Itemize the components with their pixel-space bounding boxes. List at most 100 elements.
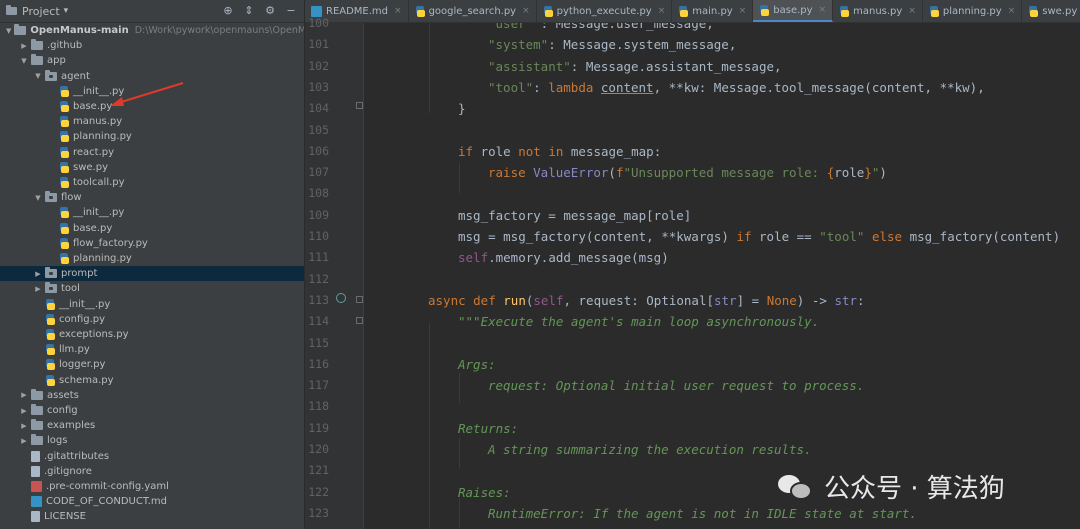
tree-item[interactable]: ▶ examples — [0, 418, 304, 433]
tree-item[interactable]: __init__.py — [0, 205, 304, 220]
code-editor[interactable]: "user"": Message.user_message, "system": … — [365, 23, 1080, 529]
code-token: message_map: — [570, 143, 662, 159]
close-icon[interactable]: × — [658, 6, 666, 16]
fold-marker-icon[interactable] — [356, 317, 363, 324]
collapsed-arrow-icon[interactable]: ▶ — [20, 391, 28, 399]
project-view-selector[interactable]: Project ▾ — [6, 5, 68, 18]
fold-marker-icon[interactable] — [356, 102, 363, 109]
tree-item[interactable]: ▶ assets — [0, 388, 304, 403]
code-token: RuntimeError: If the agent is not in IDL… — [488, 505, 917, 521]
indent-guide — [429, 23, 430, 113]
collapsed-arrow-icon[interactable]: ▶ — [20, 422, 28, 430]
tree-item[interactable]: __init__.py — [0, 297, 304, 312]
folder-icon — [14, 24, 27, 35]
tree-item[interactable]: config.py — [0, 312, 304, 327]
markdown-file-icon — [31, 496, 42, 508]
tree-item-label: .pre-commit-config.yaml — [46, 481, 169, 492]
fold-marker-icon[interactable] — [356, 296, 363, 303]
collapsed-arrow-icon[interactable]: ▶ — [20, 42, 28, 50]
hide-panel-icon[interactable]: − — [284, 3, 298, 17]
close-icon[interactable]: × — [522, 6, 530, 16]
close-icon[interactable]: × — [1008, 6, 1016, 16]
line-number: 114 — [308, 314, 329, 329]
code-token: request: Optional initial user request t… — [488, 378, 865, 394]
override-marker-icon[interactable] — [336, 293, 346, 303]
tree-item[interactable]: base.py — [0, 99, 304, 114]
editor-tab[interactable]: manus.py × — [833, 0, 923, 22]
collapse-all-icon[interactable]: ⇕ — [242, 3, 256, 17]
expanded-arrow-icon[interactable]: ▼ — [34, 72, 42, 80]
close-icon[interactable]: × — [394, 6, 402, 16]
expanded-arrow-icon[interactable]: ▼ — [34, 194, 42, 202]
tree-item[interactable]: CODE_OF_CONDUCT.md — [0, 494, 304, 509]
close-icon[interactable]: × — [819, 5, 827, 15]
editor-tab[interactable]: google_search.py × — [409, 0, 537, 22]
line-number: 117 — [308, 378, 329, 393]
tree-item-label: base.py — [73, 101, 113, 112]
project-panel-header: Project ▾ ⊕ ⇕ ⚙ − — [0, 0, 304, 23]
tree-item[interactable]: ▶ logs — [0, 433, 304, 448]
tree-item-label: exceptions.py — [59, 329, 129, 340]
tree-item[interactable]: schema.py — [0, 373, 304, 388]
editor-tab[interactable]: planning.py × — [923, 0, 1023, 22]
tree-item[interactable]: .gitignore — [0, 464, 304, 479]
editor-tab[interactable]: base.py × — [753, 0, 834, 22]
tree-item[interactable]: react.py — [0, 145, 304, 160]
python-file-icon — [59, 237, 69, 249]
package-folder-icon — [45, 69, 57, 81]
tree-item[interactable]: exceptions.py — [0, 327, 304, 342]
gear-icon[interactable]: ⚙ — [263, 3, 277, 17]
collapsed-arrow-icon[interactable]: ▶ — [34, 270, 42, 278]
python-file-icon — [45, 344, 55, 356]
tree-item-label: react.py — [73, 146, 115, 158]
code-token: ) — [879, 165, 887, 181]
code-token: ] = — [736, 292, 767, 308]
tree-item[interactable]: ▶ tool — [0, 281, 304, 296]
tree-item[interactable]: llm.py — [0, 342, 304, 357]
text-file-icon — [31, 450, 40, 462]
tree-item[interactable]: .pre-commit-config.yaml — [0, 479, 304, 494]
editor-tab[interactable]: swe.py× — [1022, 0, 1080, 22]
folder-icon — [31, 404, 43, 415]
close-icon[interactable]: × — [908, 6, 916, 16]
tree-item[interactable]: ▼ agent — [0, 69, 304, 84]
tree-item[interactable]: toolcall.py — [0, 175, 304, 190]
editor-tab[interactable]: python_execute.py × — [537, 0, 673, 22]
line-number: 116 — [308, 356, 329, 371]
locate-target-icon[interactable]: ⊕ — [221, 3, 235, 17]
tree-item[interactable]: base.py — [0, 221, 304, 236]
expanded-arrow-icon[interactable]: ▼ — [20, 57, 28, 65]
package-folder-icon — [45, 267, 57, 279]
tree-item[interactable]: ▼ app — [0, 53, 304, 68]
tree-item[interactable]: ▶ prompt — [0, 266, 304, 282]
collapsed-arrow-icon[interactable]: ▶ — [20, 437, 28, 445]
tree-item[interactable]: ▶ .github — [0, 38, 304, 53]
expanded-arrow-icon[interactable]: ▼ — [6, 27, 11, 35]
collapsed-arrow-icon[interactable]: ▶ — [34, 285, 42, 293]
tree-item[interactable]: flow_factory.py — [0, 236, 304, 251]
tree-item[interactable]: planning.py — [0, 129, 304, 144]
code-token: else — [871, 229, 910, 244]
tree-item[interactable]: ▼ flow — [0, 190, 304, 205]
editor-tab-label: main.py — [692, 5, 733, 17]
tree-item[interactable]: LICENSE — [0, 509, 304, 524]
code-line: } — [458, 98, 466, 119]
tree-item[interactable]: manus.py — [0, 114, 304, 129]
tree-item[interactable]: logger.py — [0, 357, 304, 372]
collapsed-arrow-icon[interactable]: ▶ — [20, 407, 28, 415]
project-folder-icon — [6, 5, 17, 15]
tree-item[interactable]: planning.py — [0, 251, 304, 266]
text-file-icon — [31, 465, 40, 477]
tree-item[interactable]: __init__.py — [0, 84, 304, 99]
tree-item[interactable]: ▼ OpenManus-main D:\Work\pywork\openmauns\… — [0, 23, 304, 38]
code-token: role == — [759, 229, 820, 244]
line-number: 103 — [308, 79, 329, 94]
tree-item[interactable]: ▶ config — [0, 403, 304, 418]
code-token: str — [834, 292, 858, 308]
indent-guide — [459, 438, 460, 468]
close-icon[interactable]: × — [739, 6, 747, 16]
tree-item[interactable]: swe.py — [0, 160, 304, 175]
editor-tab[interactable]: main.py × — [672, 0, 754, 22]
code-line: Raises: — [458, 482, 511, 503]
tree-item[interactable]: .gitattributes — [0, 449, 304, 464]
